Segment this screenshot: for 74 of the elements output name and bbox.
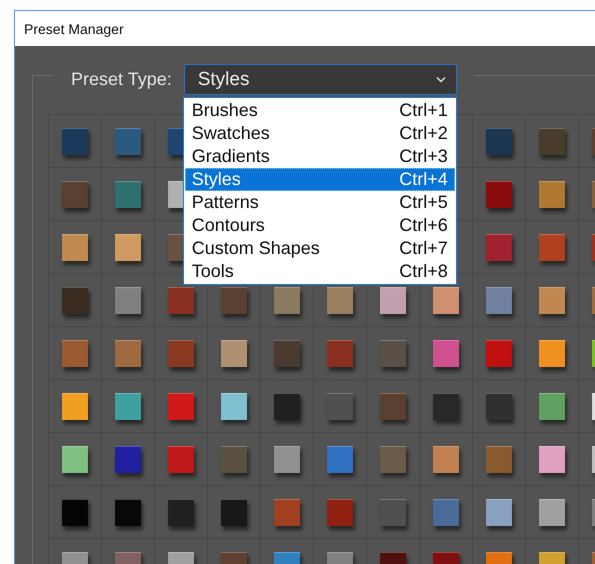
style-thumbnail[interactable] [168,498,194,526]
style-thumbnail[interactable] [433,392,459,420]
menu-item[interactable]: Styles Ctrl+4 [184,168,455,191]
style-thumbnail[interactable] [539,446,565,472]
style-thumbnail[interactable] [115,446,141,472]
menu-item[interactable]: Brushes Ctrl+1 [184,99,455,122]
style-thumbnail[interactable] [486,180,512,208]
style-thumbnail[interactable] [486,128,512,154]
style-thumbnail[interactable] [62,446,88,472]
style-thumbnail[interactable] [62,128,88,154]
style-thumbnail[interactable] [221,392,247,420]
style-thumbnail[interactable] [327,286,353,314]
style-thumbnail[interactable] [327,340,353,366]
style-thumbnail[interactable] [168,392,194,420]
style-thumbnail[interactable] [539,340,565,366]
style-thumbnail[interactable] [433,286,459,314]
style-thumbnail[interactable] [274,340,300,366]
style-thumbnail[interactable] [539,286,565,314]
style-thumbnail[interactable] [380,286,406,314]
style-thumbnail[interactable] [221,340,247,366]
style-thumbnail[interactable] [380,340,406,366]
style-thumbnail[interactable] [168,446,194,472]
style-thumbnail[interactable] [380,392,406,420]
menu-item[interactable]: Swatches Ctrl+2 [184,122,455,145]
style-thumbnail[interactable] [327,392,353,420]
style-thumbnail[interactable] [168,340,194,366]
style-thumbnail[interactable] [115,128,141,154]
style-thumbnail[interactable] [539,392,565,420]
style-thumbnail[interactable] [486,340,512,366]
style-thumbnail[interactable] [486,234,512,260]
style-thumbnail[interactable] [115,392,141,420]
style-thumbnail[interactable] [486,446,512,472]
menu-item[interactable]: Contours Ctrl+6 [184,214,455,237]
style-thumbnail[interactable] [115,234,141,260]
style-thumbnail[interactable] [62,392,88,420]
menu-item[interactable]: Patterns Ctrl+5 [184,191,455,214]
menu-item[interactable]: Tools Ctrl+8 [184,260,455,283]
style-thumbnail[interactable] [221,446,247,472]
window-title: Preset Manager [24,20,124,36]
style-thumbnail[interactable] [380,498,406,526]
style-thumbnail[interactable] [115,498,141,526]
style-thumbnail[interactable] [486,392,512,420]
style-thumbnail[interactable] [274,446,300,472]
preset-type-label: Preset Type: [71,69,172,90]
style-thumbnail[interactable] [486,498,512,526]
style-thumbnail[interactable] [539,234,565,260]
style-thumbnail[interactable] [274,286,300,314]
style-thumbnail[interactable] [539,498,565,526]
style-thumbnail[interactable] [433,446,459,472]
style-thumbnail[interactable] [433,498,459,526]
style-thumbnail[interactable] [168,286,194,314]
style-thumbnail[interactable] [486,286,512,314]
style-thumbnail[interactable] [115,180,141,208]
style-thumbnail[interactable] [380,446,406,472]
style-thumbnail[interactable] [62,286,88,314]
style-thumbnail[interactable] [327,498,353,526]
style-thumbnail[interactable] [433,340,459,366]
style-thumbnail[interactable] [539,180,565,208]
style-thumbnail[interactable] [115,286,141,314]
style-thumbnail[interactable] [62,498,88,526]
style-thumbnail[interactable] [62,234,88,260]
style-thumbnail[interactable] [115,340,141,366]
style-thumbnail[interactable] [62,180,88,208]
style-thumbnail[interactable] [221,498,247,526]
style-thumbnail[interactable] [274,392,300,420]
style-thumbnail[interactable] [327,446,353,472]
preset-type-dropdown[interactable]: Styles [184,64,457,95]
menu-item[interactable]: Custom Shapes Ctrl+7 [184,237,455,260]
chevron-icon [436,76,446,83]
style-thumbnail[interactable] [539,128,565,154]
style-thumbnail[interactable] [62,340,88,366]
style-thumbnail[interactable] [274,498,300,526]
style-thumbnail[interactable] [221,286,247,314]
menu-item[interactable]: Gradients Ctrl+3 [184,145,455,168]
